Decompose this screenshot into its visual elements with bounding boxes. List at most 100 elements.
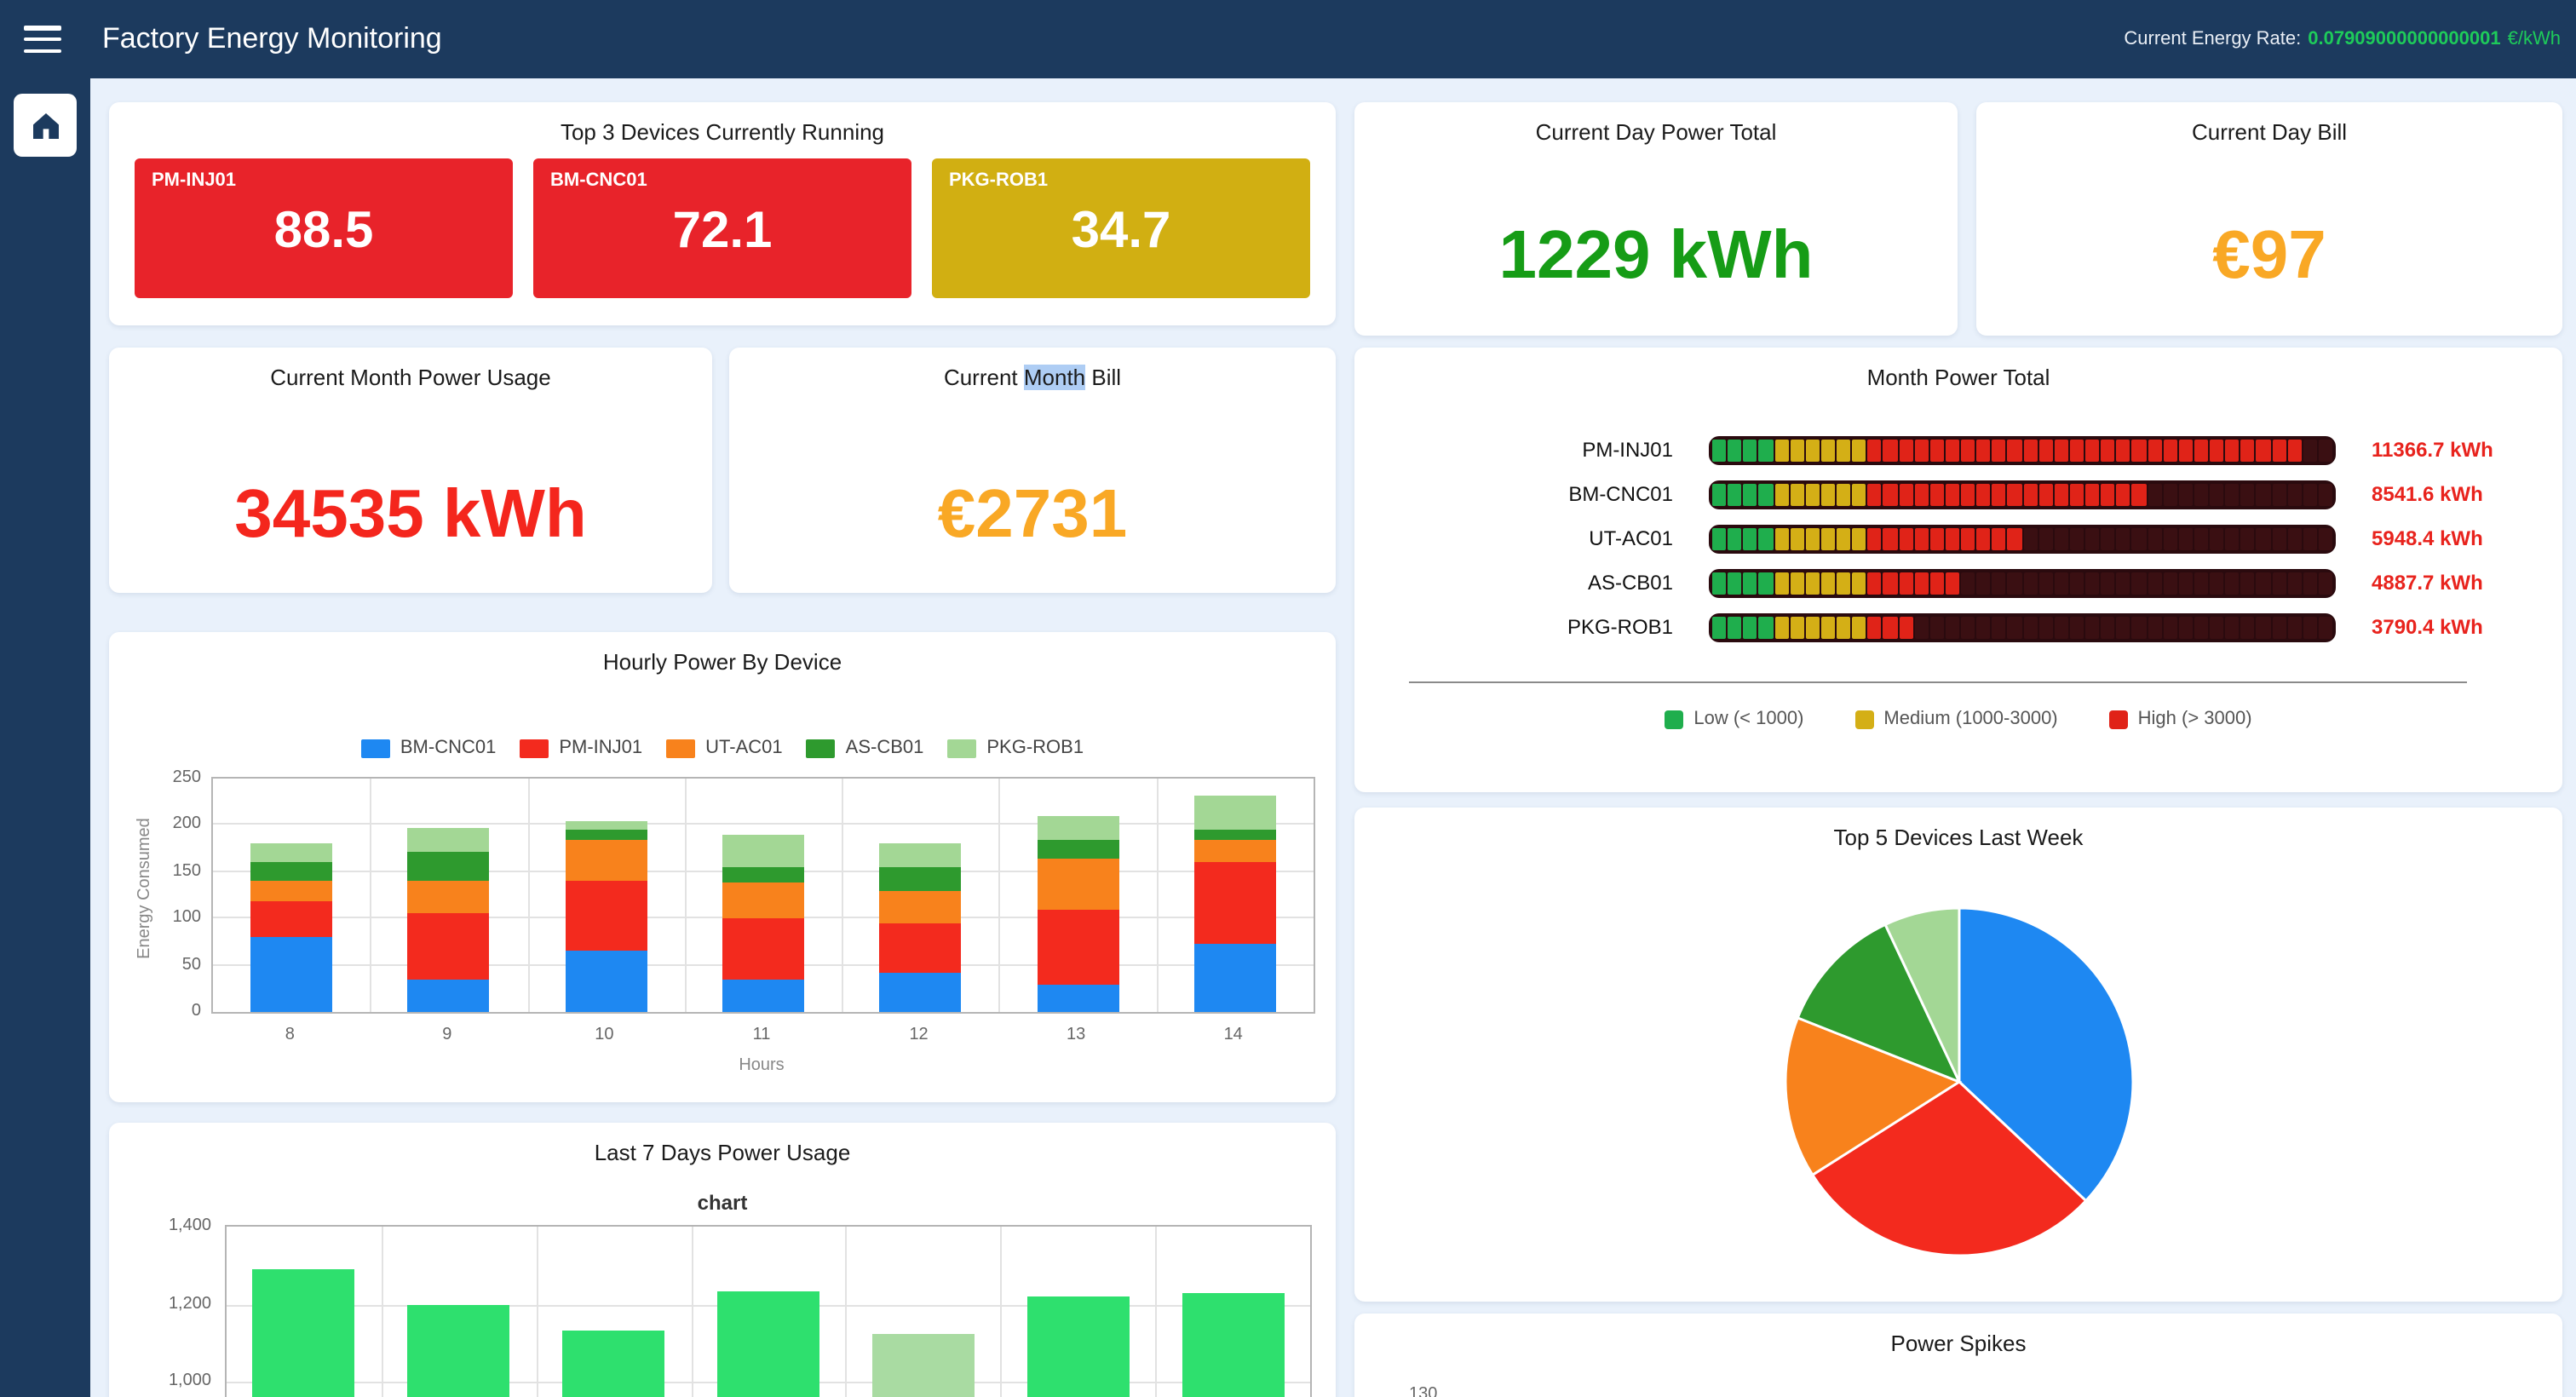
legend-item[interactable]: UT-AC01 [666,738,783,758]
bar[interactable] [717,1291,819,1397]
bar[interactable] [253,1269,355,1397]
legend-swatch [947,739,976,757]
home-icon [28,108,62,142]
bar-segment [1037,858,1118,909]
gridline [691,1227,693,1397]
y-tick-label: 250 [133,768,201,787]
day-bill-value: €97 [1976,218,2562,295]
bar-segment [1961,616,1975,638]
bar-segment [2194,572,2208,594]
bar-segment [1759,527,1773,549]
segmented-bar[interactable] [1709,612,2336,641]
bar-segment [1759,572,1773,594]
card-power-spikes: Power Spikes 130 [1354,1314,2562,1397]
bar-segment [2303,527,2317,549]
segmented-bar[interactable] [1709,524,2336,553]
x-tick-label: 14 [1154,1026,1312,1044]
bar-segment [1868,439,1882,461]
bar-segment [1961,439,1975,461]
device-label: UT-AC01 [1423,526,1673,550]
bar-segment [1837,439,1850,461]
stacked-bar[interactable] [565,820,647,1012]
bar-segment [1961,527,1975,549]
stacked-bar[interactable] [722,835,804,1012]
bar-segment [2023,572,2037,594]
legend-swatch [2109,710,2128,728]
bar-segment [2257,483,2270,505]
segmented-bar[interactable] [1709,480,2336,509]
bar-segment [880,973,962,1012]
card-title: Top 5 Devices Last Week [1354,808,2562,850]
bar-segment [1806,483,1820,505]
bar-segment [2179,527,2193,549]
device-name: PKG-ROB1 [949,170,1048,191]
bar-segment [1883,572,1897,594]
legend-item[interactable]: PM-INJ01 [520,738,642,758]
bar-segment [1976,527,1990,549]
stacked-bar[interactable] [1037,816,1118,1012]
bar-segment [2287,616,2301,638]
card-last7-days: Last 7 Days Power Usage chart 1,4001,200… [109,1123,1336,1397]
y-tick-label: 1,000 [143,1371,211,1390]
bar-segment [1790,616,1803,638]
month-usage-value: 34535 kWh [109,477,712,554]
legend-item[interactable]: AS-CB01 [807,738,924,758]
bar-segment [2070,483,2084,505]
bar[interactable] [408,1304,510,1397]
bar-segment [2163,483,2176,505]
stacked-bar[interactable] [1194,796,1276,1012]
legend-swatch [1854,710,1873,728]
legend-item[interactable]: BM-CNC01 [361,738,496,758]
bar-segment [1774,572,1788,594]
month-total-rows: PM-INJ0111366.7 kWhBM-CNC018541.6 kWhUT-… [1354,428,2562,649]
gridline [842,779,843,1012]
bar-segment [2272,616,2286,638]
bar-segment [2055,483,2068,505]
bar-segment [1790,527,1803,549]
x-axis-ticks: 891011121314 [211,1026,1312,1046]
segmented-bar[interactable] [1709,568,2336,597]
stacked-bar[interactable] [408,828,490,1012]
legend-swatch [520,739,549,757]
device-kwh-value: 5948.4 kWh [2372,526,2483,550]
legend-item[interactable]: High (> 3000) [2109,709,2252,729]
x-tick-label: 11 [683,1026,841,1044]
stacked-bar[interactable] [250,844,332,1012]
legend-item[interactable]: Low (< 1000) [1665,709,1803,729]
y-axis-tick: 130 [1409,1385,1437,1397]
home-button[interactable] [14,94,77,157]
hourly-legend: BM-CNC01 PM-INJ01 UT-AC01 AS-CB01 PKG-ROB1 [109,738,1336,758]
bar-segment [2070,439,2084,461]
bar-segment [2023,616,2037,638]
bar-segment [1899,439,1912,461]
bar-segment [880,844,962,867]
bar[interactable] [1026,1296,1129,1397]
bar-segment [1976,616,1990,638]
bar-segment [1806,616,1820,638]
bar-segment [2163,616,2176,638]
bar-segment [2210,572,2223,594]
y-tick-label: 0 [133,1002,201,1020]
bar-segment [2070,527,2084,549]
bar-segment [2055,572,2068,594]
bar[interactable] [872,1333,975,1397]
bar-segment [1961,483,1975,505]
bar-segment [1759,483,1773,505]
bar-segment [2101,527,2114,549]
stacked-bar[interactable] [880,844,962,1012]
bar-segment [1790,483,1803,505]
segmented-bar[interactable] [1709,435,2336,464]
month-device-row: BM-CNC018541.6 kWh [1354,472,2562,516]
menu-icon[interactable] [24,26,61,53]
energy-rate: Current Energy Rate: 0.07909000000000001… [2124,0,2561,78]
gridline [685,779,687,1012]
bar[interactable] [562,1331,664,1397]
bar-segment [2179,616,2193,638]
legend-item[interactable]: Medium (1000-3000) [1854,709,2057,729]
gridline [846,1227,848,1397]
card-month-total: Month Power Total PM-INJ0111366.7 kWhBM-… [1354,348,2562,792]
bar[interactable] [1182,1292,1284,1397]
legend-item[interactable]: PKG-ROB1 [947,738,1084,758]
bar-segment [722,883,804,919]
bar-segment [1946,483,1959,505]
